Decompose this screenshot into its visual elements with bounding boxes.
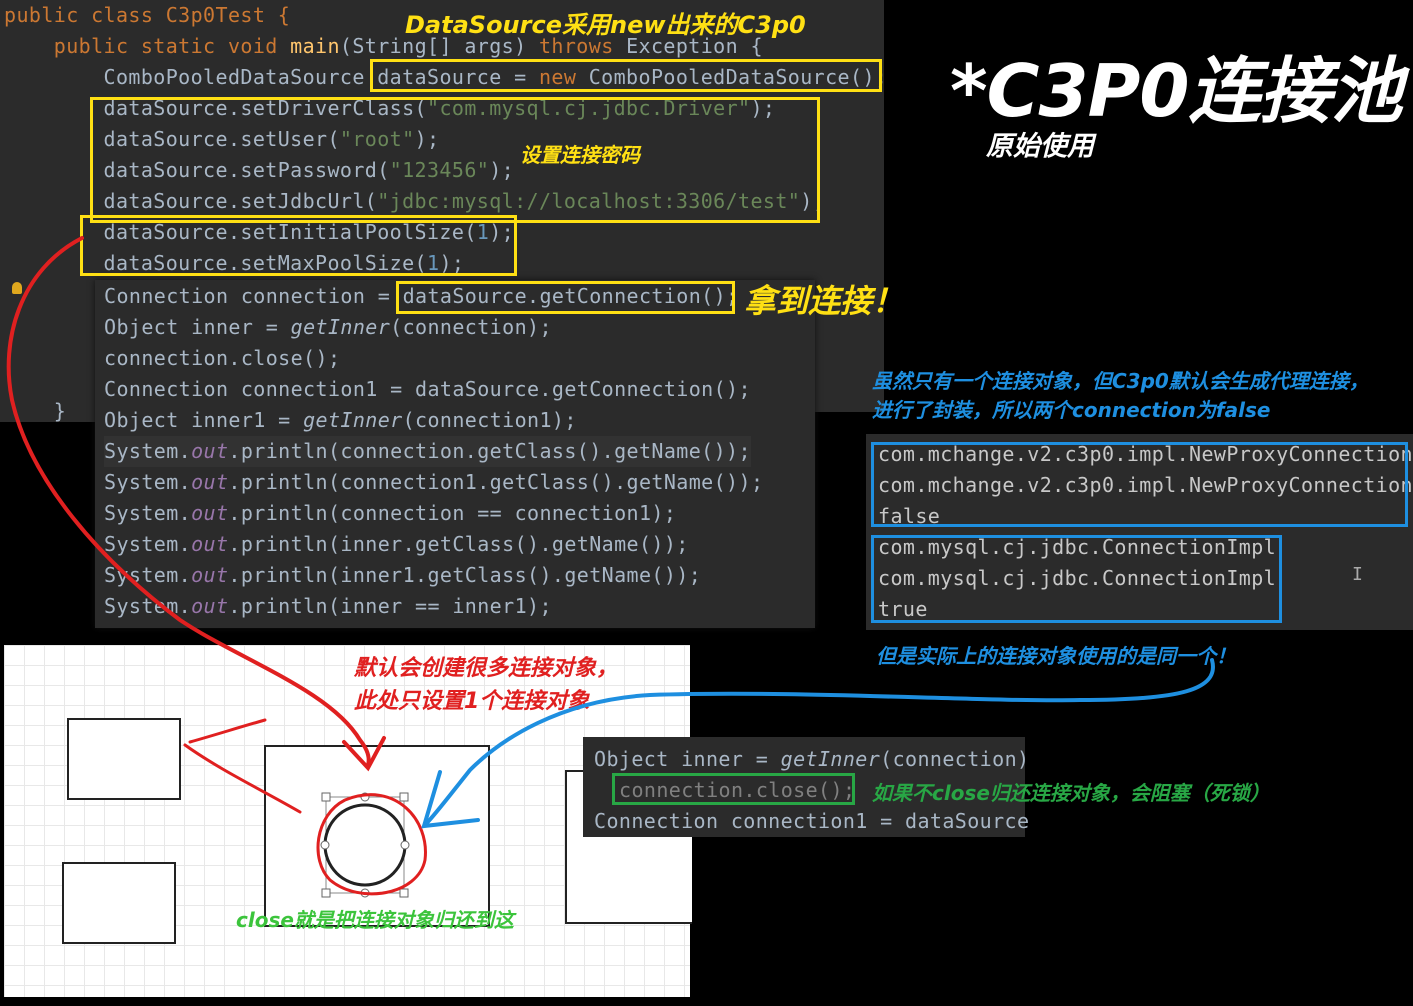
lightbulb-icon[interactable] — [12, 282, 22, 294]
note-default-many-2: 此处只设置1个连接对象 — [354, 689, 590, 714]
highlight-connection-settings — [90, 97, 820, 223]
note-close-return: close就是把连接对象归还到这 — [236, 908, 514, 932]
diagram-box-bottom-left — [62, 862, 176, 944]
snippet-line-connection1[interactable]: Connection connection1 = dataSource — [594, 806, 1029, 837]
page-subtitle: 原始使用 — [986, 131, 1094, 162]
note-proxy-line2: 进行了封装，所以两个connection为false — [872, 398, 1271, 422]
note-same-connection: 但是实际上的连接对象使用的是同一个！ — [876, 644, 1236, 668]
note-no-close-deadlock: 如果不close归还连接对象，会阻塞（死锁） — [872, 781, 1270, 805]
code-line-close-brace[interactable]: } — [4, 396, 66, 427]
note-proxy-line1: 虽然只有一个连接对象，但C3p0默认会生成代理连接， — [872, 369, 1369, 393]
code-line-close[interactable]: connection.close(); — [104, 343, 340, 374]
diagram-box-top-left — [67, 718, 181, 800]
code-line-print-6[interactable]: System.out.println(inner == inner1); — [104, 591, 552, 622]
highlight-pool-size — [80, 215, 517, 276]
code-line-print-5[interactable]: System.out.println(inner1.getClass().get… — [104, 560, 701, 591]
code-line-inner[interactable]: Object inner = getInner(connection); — [104, 312, 552, 343]
text-cursor-icon: I — [1352, 564, 1363, 585]
snippet-line-inner[interactable]: Object inner = getInner(connection) — [594, 744, 1029, 775]
code-line-print-1[interactable]: System.out.println(connection.getClass()… — [104, 436, 751, 467]
note-get-connection: 拿到连接！ — [744, 282, 905, 320]
highlight-impl-output — [871, 535, 1282, 623]
highlight-proxy-output — [871, 442, 1408, 527]
code-line-print-2[interactable]: System.out.println(connection1.getClass(… — [104, 467, 763, 498]
diagram-connection-circle — [320, 792, 410, 898]
note-set-password: 设置连接密码 — [520, 143, 640, 167]
page-title: *C3P0连接池 — [950, 49, 1402, 133]
note-datasource-new: DataSource采用new出来的C3p0 — [405, 11, 806, 39]
code-line-print-3[interactable]: System.out.println(connection == connect… — [104, 498, 676, 529]
highlight-close-call — [612, 773, 855, 805]
code-line-class[interactable]: public class C3p0Test { — [4, 0, 290, 31]
note-default-many-1: 默认会创建很多连接对象， — [354, 656, 619, 681]
code-line-inner1[interactable]: Object inner1 = getInner(connection1); — [104, 405, 577, 436]
highlight-datasource-new — [370, 59, 882, 92]
code-line-get-connection1[interactable]: Connection connection1 = dataSource.getC… — [104, 374, 751, 405]
code-line-print-4[interactable]: System.out.println(inner.getClass().getN… — [104, 529, 689, 560]
highlight-get-connection — [396, 281, 735, 314]
